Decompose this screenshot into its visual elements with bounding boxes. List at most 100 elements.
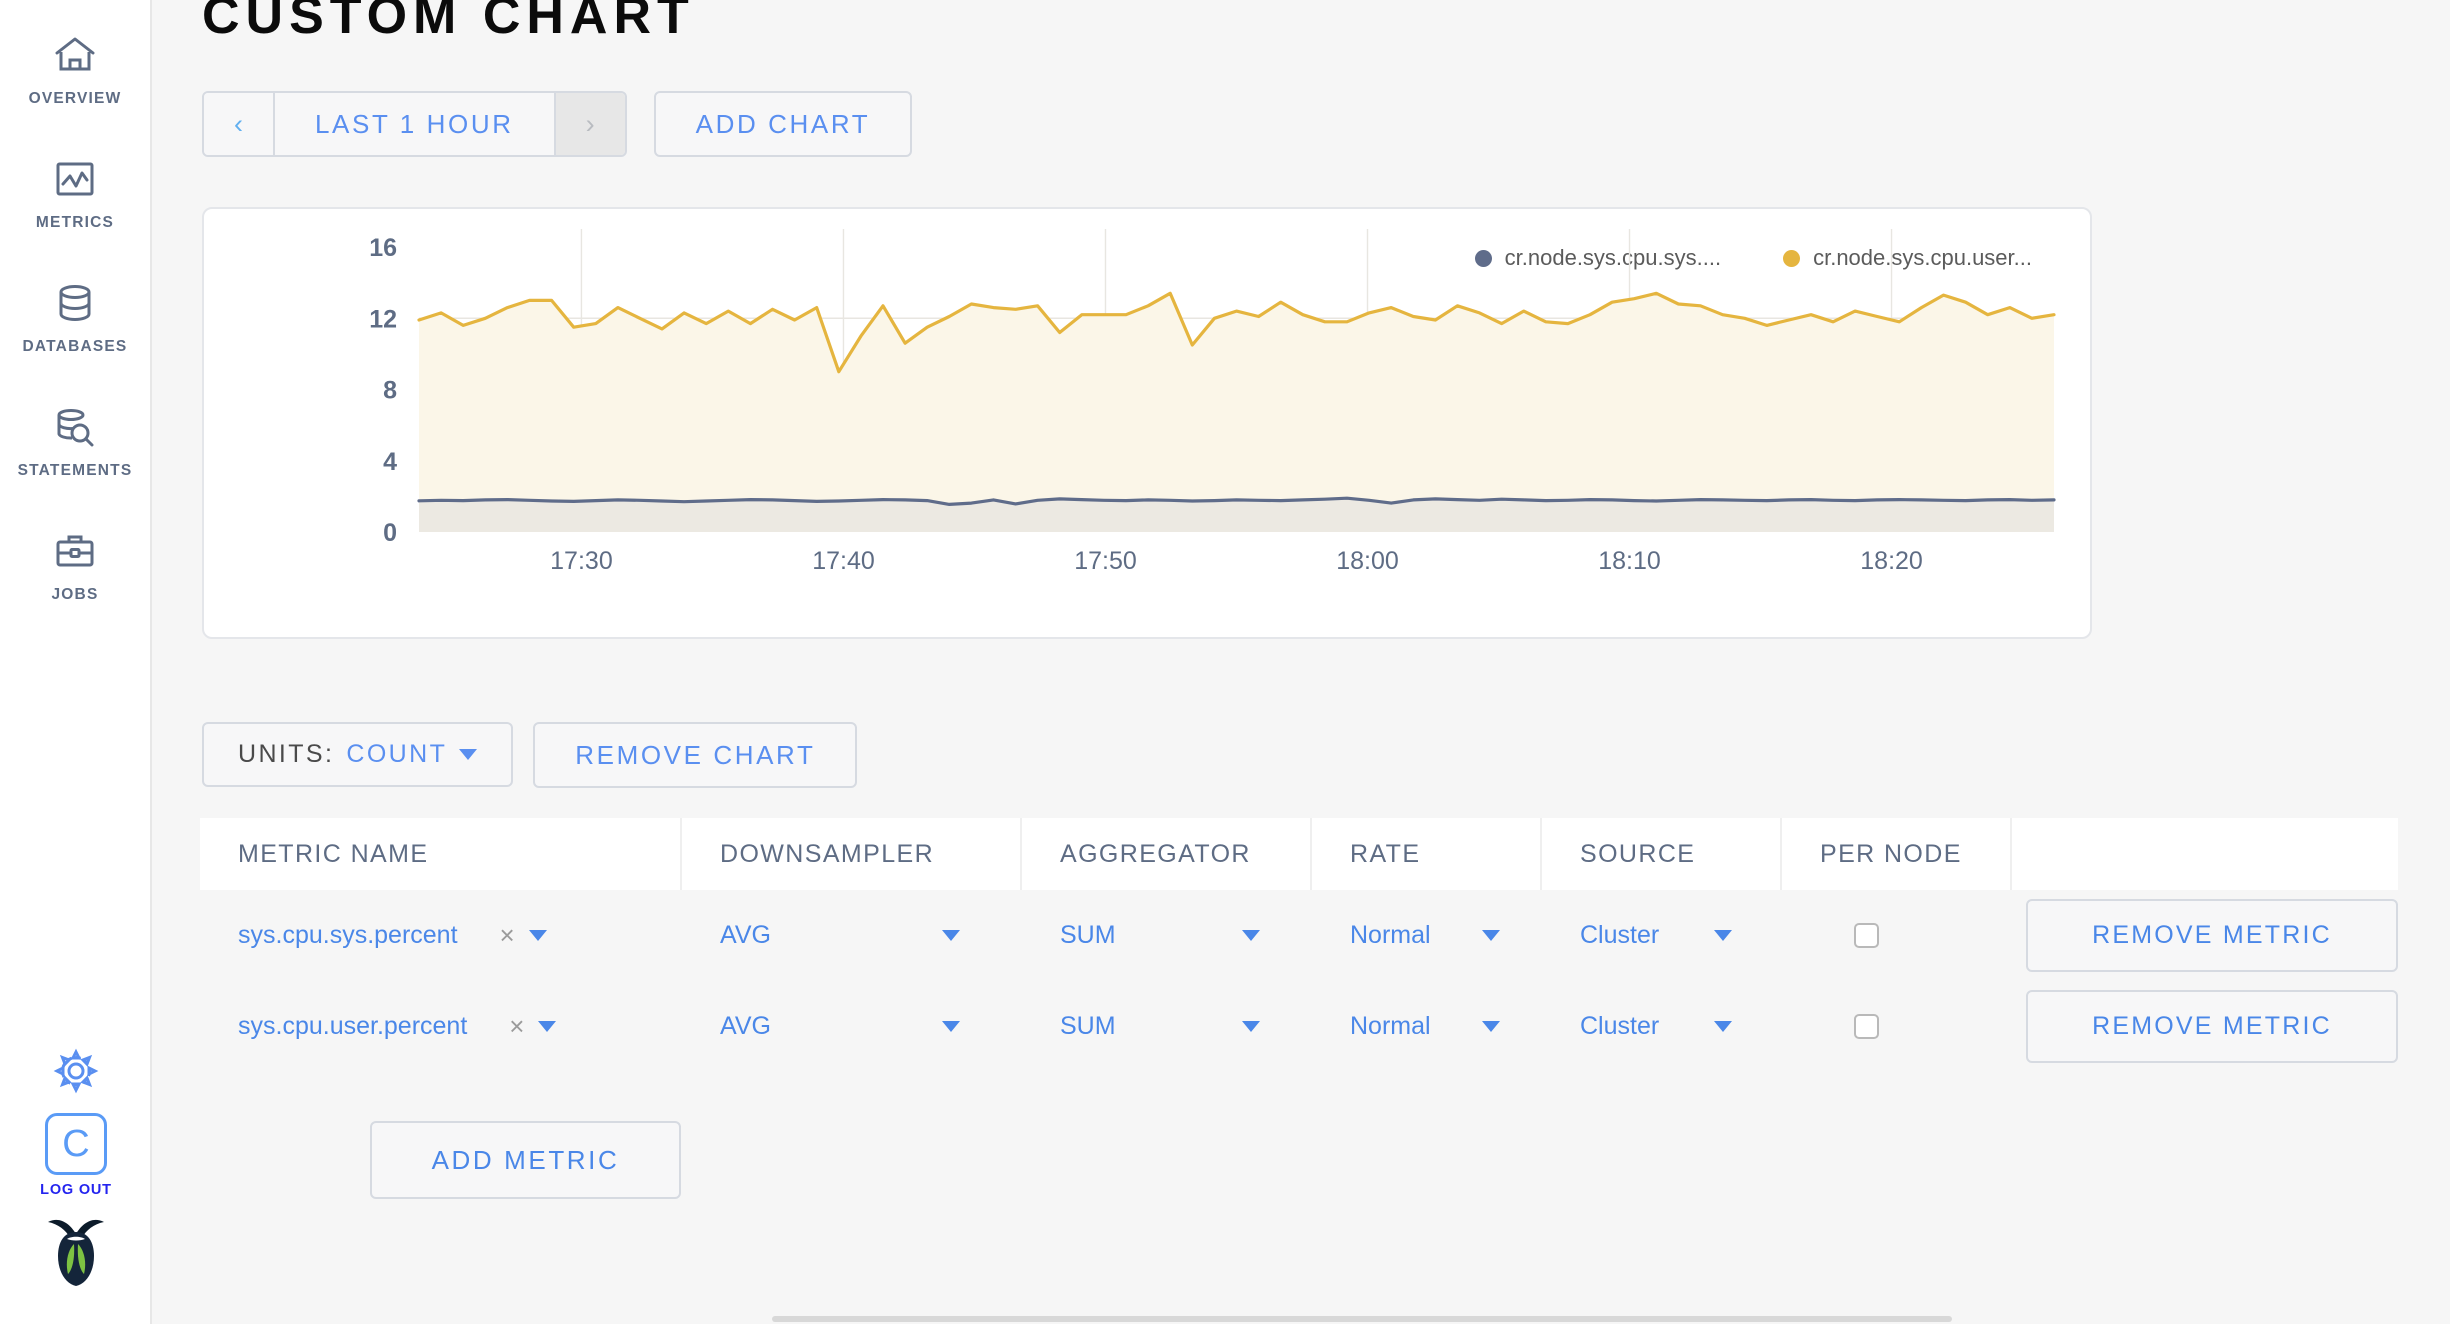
logout-label: LOG OUT [40, 1182, 112, 1198]
add-metric-container: ADD METRIC [370, 1121, 681, 1199]
sidebar-nav: Overview Metrics [0, 0, 150, 626]
table-header-row: Metric Name Downsampler Aggregator Rate … [200, 818, 2398, 890]
custom-chart-plot[interactable]: 0 4 8 12 16 17:30 17:40 17:50 18:00 18:10 18:20 [204, 209, 2094, 641]
chevron-down-icon[interactable] [528, 930, 547, 941]
chevron-down-icon[interactable] [538, 1021, 557, 1032]
remove-metric-button[interactable]: REMOVE METRIC [2026, 899, 2398, 972]
per-node-checkbox[interactable] [1854, 1014, 1879, 1039]
chevron-down-icon[interactable] [1714, 930, 1732, 941]
source-value[interactable]: Cluster [1580, 921, 1659, 950]
database-icon [55, 277, 95, 329]
table-row: sys.cpu.sys.percent × AVG SUM Normal Clu… [200, 890, 2398, 981]
horizontal-scrollbar[interactable] [772, 1316, 1952, 1322]
column-header-source: Source [1542, 818, 1782, 890]
chevron-down-icon[interactable] [1242, 930, 1260, 941]
clear-metric-icon[interactable]: × [500, 920, 515, 951]
chevron-right-icon[interactable]: › [553, 93, 625, 155]
x-axis-tick-label: 18:10 [1598, 547, 1661, 575]
page-title: Custom Chart [202, 0, 695, 45]
home-icon [54, 29, 96, 81]
cell-downsampler: AVG [682, 981, 1022, 1072]
cell-aggregator: SUM [1022, 981, 1312, 1072]
cell-rate: Normal [1312, 981, 1542, 1072]
downsampler-value[interactable]: AVG [720, 1012, 771, 1041]
x-axis-tick-label: 17:30 [550, 547, 613, 575]
column-header-aggregator: Aggregator [1022, 818, 1312, 890]
chevron-down-icon[interactable] [1482, 930, 1500, 941]
sidebar-item-label: Overview [28, 89, 122, 107]
cockroach-logo-icon [0, 1214, 152, 1324]
column-header-downsampler: Downsampler [682, 818, 1022, 890]
series-area-0 [419, 498, 2054, 532]
chevron-down-icon[interactable] [942, 1021, 960, 1032]
chevron-down-icon[interactable] [942, 930, 960, 941]
y-axis-tick-label: 4 [383, 448, 397, 476]
downsampler-value[interactable]: AVG [720, 921, 771, 950]
cell-aggregator: SUM [1022, 890, 1312, 981]
sidebar-item-statements[interactable]: Statements [0, 378, 150, 502]
remove-metric-button[interactable]: REMOVE METRIC [2026, 990, 2398, 1063]
cell-rate: Normal [1312, 890, 1542, 981]
y-axis-tick-label: 12 [369, 305, 397, 333]
cell-actions: REMOVE METRIC [2012, 890, 2398, 981]
clear-metric-icon[interactable]: × [509, 1011, 524, 1042]
y-axis-tick-label: 8 [383, 377, 397, 405]
chart-card: cr.node.sys.cpu.sys.... cr.node.sys.cpu.… [202, 207, 2092, 639]
cell-source: Cluster [1542, 981, 1782, 1072]
sidebar-item-databases[interactable]: Databases [0, 254, 150, 378]
rate-value[interactable]: Normal [1350, 921, 1431, 950]
chevron-down-icon[interactable] [1714, 1021, 1732, 1032]
chevron-down-icon[interactable] [1482, 1021, 1500, 1032]
sidebar-item-overview[interactable]: Overview [0, 6, 150, 130]
source-value[interactable]: Cluster [1580, 1012, 1659, 1041]
units-label: UNITS: [238, 740, 335, 768]
cell-per-node [1782, 981, 2012, 1072]
x-axis-tick-label: 17:50 [1074, 547, 1137, 575]
cell-source: Cluster [1542, 890, 1782, 981]
gear-icon [53, 1048, 99, 1099]
per-node-checkbox[interactable] [1854, 923, 1879, 948]
aggregator-value[interactable]: SUM [1060, 1012, 1116, 1041]
time-range-label[interactable]: LAST 1 HOUR [275, 93, 554, 155]
chevron-down-icon[interactable] [1242, 1021, 1260, 1032]
column-header-actions [2012, 818, 2398, 890]
metrics-table: Metric Name Downsampler Aggregator Rate … [200, 818, 2398, 1072]
chevron-left-icon[interactable]: ‹ [204, 93, 275, 155]
add-metric-button[interactable]: ADD METRIC [370, 1121, 681, 1199]
add-chart-button[interactable]: ADD CHART [653, 91, 913, 157]
sidebar-item-label: Jobs [51, 585, 99, 603]
sidebar-item-label: Metrics [35, 213, 115, 231]
x-axis-tick-label: 17:40 [812, 547, 875, 575]
main-content: Custom Chart ‹ LAST 1 HOUR › ADD CHART c… [152, 0, 2450, 1324]
database-search-icon [54, 401, 96, 453]
briefcase-icon [54, 525, 96, 577]
cell-actions: REMOVE METRIC [2012, 981, 2398, 1072]
metric-name-value[interactable]: sys.cpu.user.percent [238, 1012, 467, 1041]
x-axis-tick-label: 18:20 [1860, 547, 1923, 575]
sidebar-item-jobs[interactable]: Jobs [0, 502, 150, 626]
sidebar-item-label: Statements [17, 461, 133, 479]
logout-button[interactable]: C LOG OUT [0, 1113, 152, 1214]
y-axis-tick-label: 16 [369, 234, 397, 262]
cell-metric-name: sys.cpu.user.percent × [200, 981, 682, 1072]
chevron-down-icon [459, 749, 478, 760]
metrics-chart-icon [55, 153, 95, 205]
cell-downsampler: AVG [682, 890, 1022, 981]
units-dropdown[interactable]: UNITS: COUNT [202, 722, 514, 787]
chart-controls: UNITS: COUNT REMOVE CHART [202, 722, 858, 788]
column-header-rate: Rate [1312, 818, 1542, 890]
app-root: Overview Metrics [0, 0, 2450, 1324]
sidebar-item-metrics[interactable]: Metrics [0, 130, 150, 254]
toolbar: ‹ LAST 1 HOUR › ADD CHART [202, 91, 913, 157]
cell-per-node [1782, 890, 2012, 981]
column-header-per-node: Per Node [1782, 818, 2012, 890]
rate-value[interactable]: Normal [1350, 1012, 1431, 1041]
sidebar-bottom: C LOG OUT [0, 1048, 152, 1324]
time-range-picker[interactable]: ‹ LAST 1 HOUR › [202, 91, 627, 157]
settings-button[interactable] [0, 1048, 152, 1113]
column-header-metric-name: Metric Name [200, 818, 682, 890]
metric-name-value[interactable]: sys.cpu.sys.percent [238, 921, 458, 950]
sidebar-item-label: Databases [22, 337, 128, 355]
aggregator-value[interactable]: SUM [1060, 921, 1116, 950]
remove-chart-button[interactable]: REMOVE CHART [533, 722, 858, 788]
